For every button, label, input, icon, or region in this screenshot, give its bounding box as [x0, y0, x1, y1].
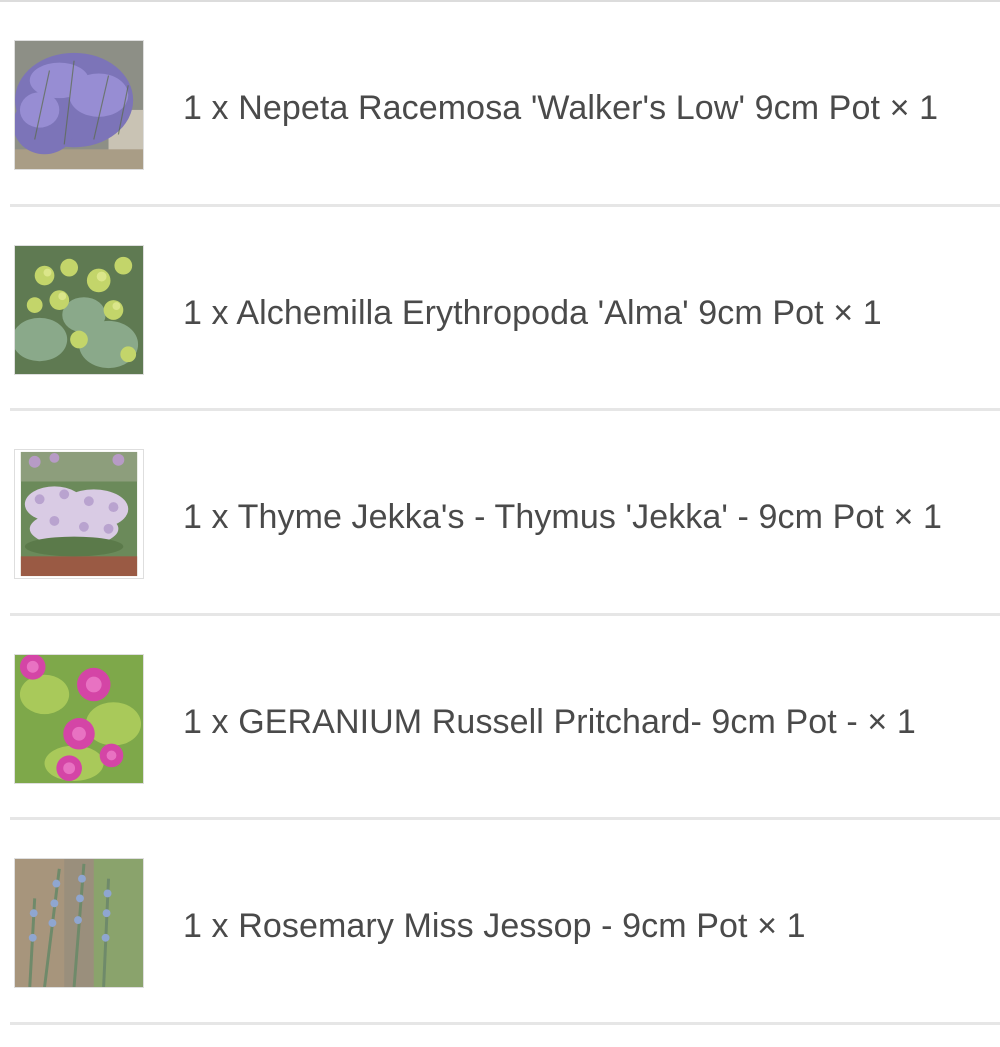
- thyme-thumbnail[interactable]: [14, 449, 144, 579]
- order-items-list: 1 x Nepeta Racemosa 'Walker's Low' 9cm P…: [0, 2, 1000, 1025]
- order-item-row[interactable]: 1 x Alchemilla Erythropoda 'Alma' 9cm Po…: [10, 207, 1000, 411]
- order-item-row[interactable]: 1 x Thyme Jekka's - Thymus 'Jekka' - 9cm…: [10, 411, 1000, 616]
- order-item-label: 1 x GERANIUM Russell Pritchard- 9cm Pot …: [183, 702, 916, 742]
- item-quantity: × 1: [893, 498, 942, 536]
- nepeta-thumbnail[interactable]: [14, 40, 144, 170]
- item-name: 1 x Nepeta Racemosa 'Walker's Low' 9cm P…: [183, 89, 881, 127]
- item-name: 1 x Alchemilla Erythropoda 'Alma' 9cm Po…: [183, 293, 824, 332]
- order-item-row[interactable]: 1 x Nepeta Racemosa 'Walker's Low' 9cm P…: [10, 2, 1000, 207]
- item-quantity: × 1: [833, 293, 882, 332]
- rosemary-thumbnail[interactable]: [14, 858, 144, 988]
- order-item-label: 1 x Rosemary Miss Jessop - 9cm Pot × 1: [183, 906, 806, 946]
- order-item-row[interactable]: 1 x GERANIUM Russell Pritchard- 9cm Pot …: [10, 616, 1000, 820]
- item-quantity: × 1: [867, 702, 916, 741]
- item-name: 1 x Thyme Jekka's - Thymus 'Jekka' - 9cm…: [183, 498, 884, 536]
- alchemilla-thumbnail[interactable]: [14, 244, 144, 375]
- item-name: 1 x GERANIUM Russell Pritchard- 9cm Pot …: [183, 702, 858, 741]
- item-name: 1 x Rosemary Miss Jessop - 9cm Pot: [183, 907, 748, 945]
- item-quantity: × 1: [889, 89, 939, 127]
- geranium-thumbnail[interactable]: [14, 653, 144, 784]
- order-item-label: 1 x Thyme Jekka's - Thymus 'Jekka' - 9cm…: [183, 497, 942, 537]
- order-item-row[interactable]: 1 x Rosemary Miss Jessop - 9cm Pot × 1: [10, 820, 1000, 1025]
- item-quantity: × 1: [757, 907, 806, 945]
- order-item-label: 1 x Nepeta Racemosa 'Walker's Low' 9cm P…: [183, 88, 938, 128]
- order-item-label: 1 x Alchemilla Erythropoda 'Alma' 9cm Po…: [183, 293, 882, 333]
